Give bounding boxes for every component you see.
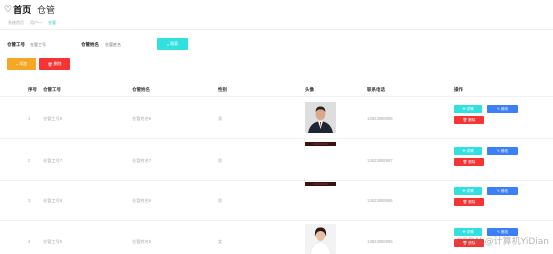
edit-icon: ✎ [496,149,500,153]
row-gender: 男 [218,198,223,203]
row-name: 仓管姓名7 [132,158,152,163]
delete-button[interactable]: 🗑 删除 [454,198,484,206]
detail-icon: ✚ [462,189,466,193]
name-field-label: 仓管姓名 [81,42,99,47]
row-id: 仓管工号8 [43,116,63,121]
avatar [305,102,336,133]
detail-button[interactable]: ✚ 详情 [454,105,482,113]
detail-button-label: 详情 [466,106,474,111]
add-button-label: 添加 [19,61,28,66]
row-name: 仓管姓名5 [132,239,152,244]
edit-button[interactable]: ✎ 修改 [487,187,518,195]
row-index: 3 [28,198,31,203]
search-icon: ⌕ [166,41,170,47]
avatar [305,224,336,254]
row-id: 仓管工号6 [43,198,63,203]
col-avatar: 头像 [305,87,314,92]
col-gender: 性别 [218,87,227,92]
row-name: 仓管姓名6 [132,198,152,203]
row-index: 1 [28,116,31,121]
delete-button[interactable]: 🗑 删除 [454,116,484,124]
avatar [305,142,336,146]
col-id: 仓管工号 [43,87,61,92]
add-button[interactable]: + 添加 [7,58,36,70]
row-phone: 13823888988 [367,116,393,121]
search-button-label: 搜索 [170,41,179,46]
delete-button-label: 删除 [468,159,476,164]
table-row: 3 仓管工号6 仓管姓名6 男 13823888986 ✚ 详情 ✎ 修改 🗑 删除 [0,180,553,222]
row-phone: 13823888986 [367,198,393,203]
row-phone: 13823888987 [367,158,393,163]
table-row: 2 仓管工号7 仓管姓名7 男 13823888987 ✚ 详情 ✎ 修改 🗑 删除 [0,138,553,180]
detail-button[interactable]: ✚ 详情 [454,187,482,195]
home-tab[interactable]: ♡ 首页 [4,3,31,16]
avatar [305,182,336,186]
col-index: 序号 [28,87,37,92]
home-label: 首页 [13,5,32,15]
row-id: 仓管工号5 [43,239,63,244]
edit-button[interactable]: ✎ 修改 [487,147,518,155]
edit-icon: ✎ [496,189,500,193]
trash-icon: 🗑 [47,61,53,67]
row-name: 仓管姓名8 [132,116,152,121]
detail-button-label: 详情 [466,148,474,153]
plus-icon: + [15,61,19,67]
edit-button[interactable]: ✎ 修改 [487,105,518,113]
breadcrumb-item[interactable]: 用户一 [30,20,42,26]
top-header: ♡ 首页 仓管 系统首页 用户一 仓管 [0,0,553,30]
edit-button-label: 修改 [500,188,509,193]
col-phone: 联系电话 [367,87,385,92]
col-name: 仓管姓名 [132,87,150,92]
detail-button-label: 详情 [466,188,474,193]
edit-button-label: 修改 [500,148,509,153]
detail-button[interactable]: ✚ 详情 [454,147,482,155]
table-row: 1 仓管工号8 仓管姓名8 男 13823888988 ✚ 详情 ✎ 修改 🗑 删除 [0,96,553,138]
delete-button-label: 删除 [53,61,62,66]
delete-button-label: 删除 [468,199,476,204]
row-actions: ✚ 详情 ✎ 修改 🗑 删除 [454,187,524,215]
page-title: 仓管 [37,5,56,15]
row-gender: 男 [218,116,223,121]
row-actions: ✚ 详情 ✎ 修改 🗑 删除 [454,105,524,133]
row-gender: 女 [218,239,223,244]
trash-icon: 🗑 [462,118,468,122]
delete-button[interactable]: 🗑 删除 [454,158,484,166]
delete-button-label: 删除 [468,117,476,122]
trash-icon: 🗑 [462,200,468,204]
table-header: 序号 仓管工号 仓管姓名 性别 头像 联系电话 操作 [0,84,553,96]
row-id: 仓管工号7 [43,158,63,163]
detail-icon: ✚ [462,149,466,153]
id-search-input[interactable] [30,39,70,49]
edit-button-label: 修改 [500,106,509,111]
breadcrumb-item-current: 仓管 [48,20,56,25]
detail-icon: ✚ [462,107,466,111]
watermark: CSDN @计算机YiDian [456,237,549,247]
edit-icon: ✎ [496,107,500,111]
row-phone: 13823888985 [367,239,393,244]
search-button[interactable]: ⌕ 搜索 [157,38,188,50]
row-index: 4 [28,239,31,244]
search-bar: 仓管工号 仓管姓名 ⌕ 搜索 [7,38,547,52]
col-actions: 操作 [454,87,463,92]
breadcrumb-item[interactable]: 系统首页 [8,20,24,26]
batch-delete-button[interactable]: 🗑 删除 [39,58,70,70]
name-search-input[interactable] [105,39,145,49]
id-field-label: 仓管工号 [7,42,25,47]
trash-icon: 🗑 [462,160,468,164]
row-actions: ✚ 详情 ✎ 修改 🗑 删除 [454,147,524,175]
action-bar: + 添加 🗑 删除 [7,58,70,70]
heart-icon: ♡ [4,4,13,14]
row-gender: 男 [218,158,223,163]
breadcrumb: 系统首页 用户一 仓管 [8,20,56,26]
row-index: 2 [28,158,31,163]
